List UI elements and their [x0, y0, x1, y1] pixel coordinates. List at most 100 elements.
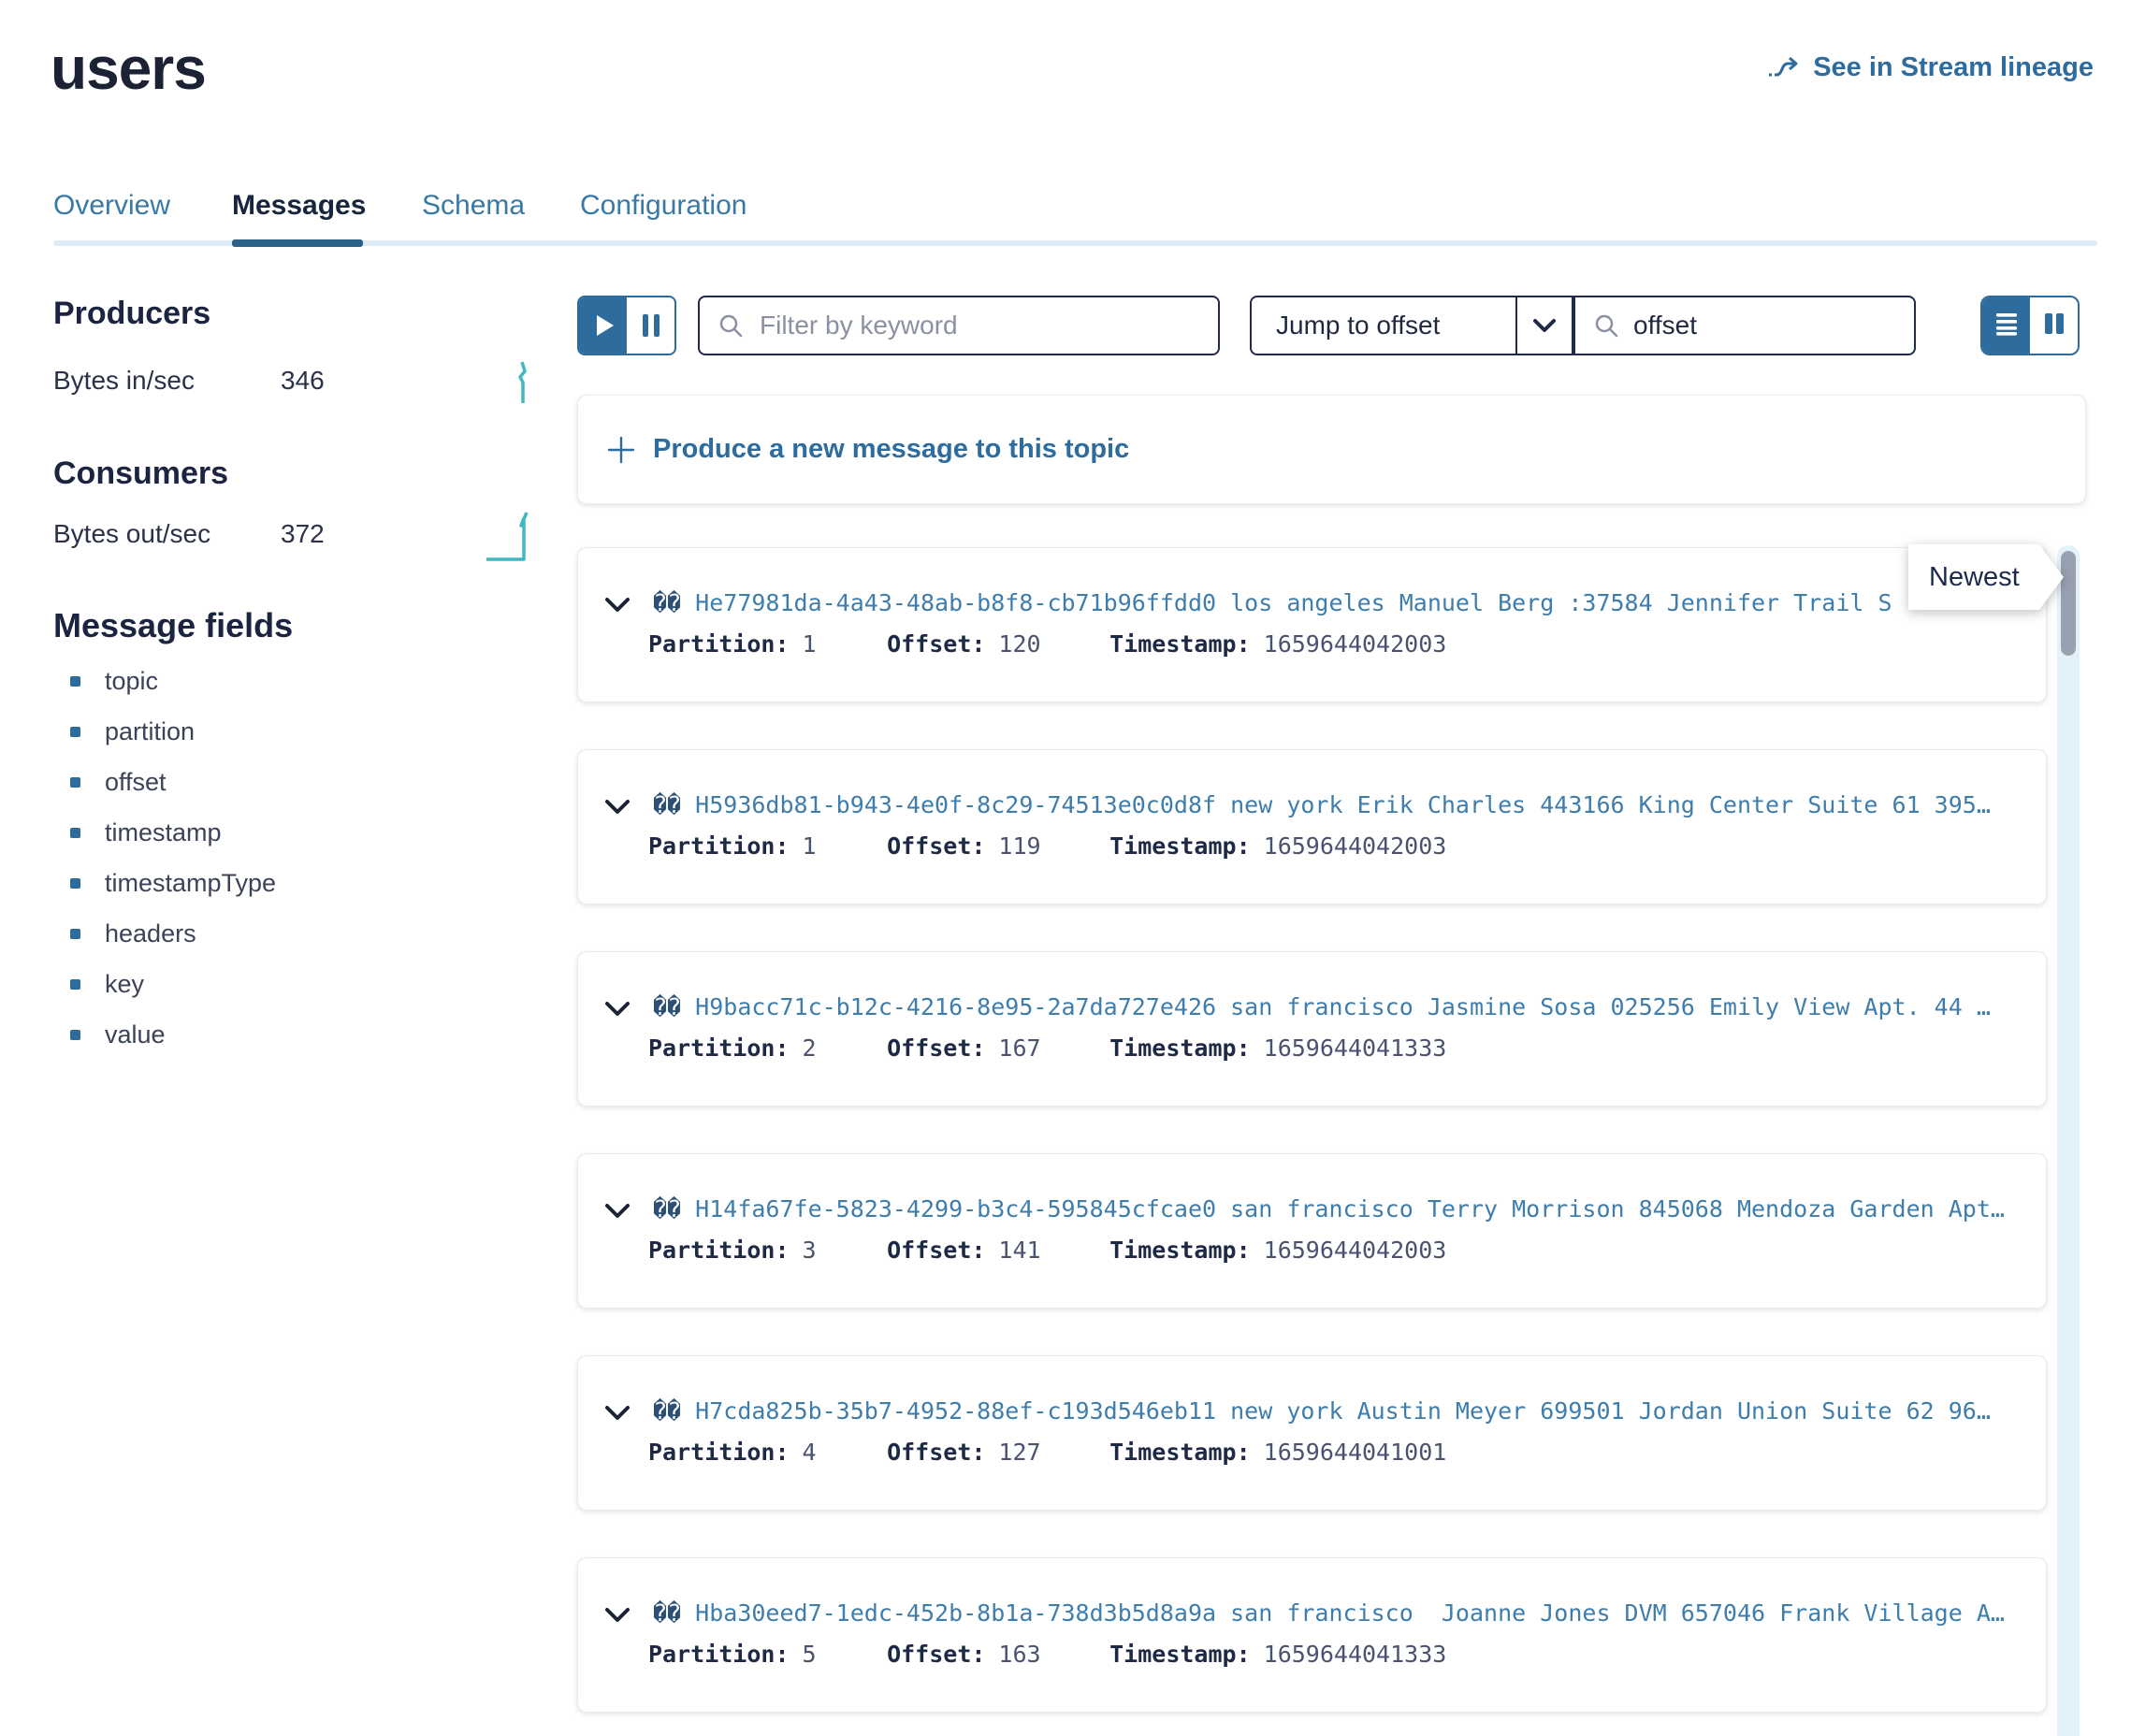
- expand-chevron-icon[interactable]: [604, 1203, 631, 1223]
- expand-chevron-icon[interactable]: [604, 1001, 631, 1021]
- message-meta: Partition:1 Offset:120 Timestamp:1659644…: [648, 630, 1446, 658]
- partition-value: 5: [803, 1641, 817, 1668]
- message-row[interactable]: �� Hba30eed7-1edc-452b-8b1a-738d3b5d8a9a…: [577, 1557, 2047, 1713]
- partition-value: 2: [803, 1034, 817, 1062]
- offset-value: 167: [998, 1034, 1040, 1062]
- search-icon: [1592, 311, 1620, 340]
- pause-icon: [654, 314, 660, 337]
- timestamp-value: 1659644042003: [1264, 1237, 1447, 1264]
- expand-chevron-icon[interactable]: [604, 799, 631, 819]
- partition-value: 1: [803, 832, 817, 860]
- tab-schema[interactable]: Schema: [422, 190, 525, 222]
- consumers-heading: Consumers: [53, 456, 228, 492]
- plus-icon: [606, 435, 636, 465]
- message-row[interactable]: �� H14fa67fe-5823-4299-b3c4-595845cfcae0…: [577, 1153, 2047, 1309]
- offset-value: 120: [998, 630, 1040, 658]
- message-meta: Partition:4 Offset:127 Timestamp:1659644…: [648, 1439, 1446, 1466]
- offset-value: 141: [998, 1237, 1040, 1264]
- field-item-offset: offset: [70, 766, 167, 798]
- produce-message-button[interactable]: Produce a new message to this topic: [577, 395, 2086, 504]
- timestamp-value: 1659644041333: [1264, 1034, 1447, 1062]
- list-view-icon: [1994, 311, 2019, 340]
- field-item-timestamp: timestamp: [70, 817, 222, 848]
- newest-flag-label: Newest: [1908, 544, 2064, 610]
- producers-heading: Producers: [53, 296, 210, 332]
- scrollbar-track[interactable]: [2057, 545, 2080, 1736]
- pause-icon: [643, 314, 648, 337]
- search-icon: [717, 311, 745, 340]
- bullet-icon: [70, 676, 80, 687]
- produce-message-label: Produce a new message to this topic: [653, 434, 1129, 465]
- message-meta: Partition:2 Offset:167 Timestamp:1659644…: [648, 1034, 1446, 1062]
- expand-chevron-icon[interactable]: [604, 1405, 631, 1425]
- bytes-in-label: Bytes in/sec: [53, 366, 195, 396]
- stream-lineage-icon: [1768, 55, 1802, 81]
- field-item-headers: headers: [70, 918, 196, 949]
- offset-value: 127: [998, 1439, 1040, 1466]
- field-item-topic: topic: [70, 665, 158, 697]
- stream-lineage-label: See in Stream lineage: [1813, 52, 2094, 83]
- partition-value: 3: [803, 1237, 817, 1264]
- message-fields-heading: Message fields: [53, 606, 293, 645]
- message-meta: Partition:5 Offset:163 Timestamp:1659644…: [648, 1641, 1446, 1668]
- newest-flag: Newest: [1908, 544, 2064, 610]
- timestamp-value: 1659644041001: [1264, 1439, 1447, 1466]
- field-item-key: key: [70, 968, 144, 1000]
- timestamp-value: 1659644041333: [1264, 1641, 1447, 1668]
- list-view-button[interactable]: [1982, 297, 2030, 354]
- filter-input[interactable]: [758, 310, 1218, 341]
- jump-to-offset-label: Jump to offset: [1252, 311, 1515, 340]
- jump-to-offset-select[interactable]: Jump to offset: [1250, 296, 1573, 355]
- offset-search-box: [1573, 296, 1916, 355]
- message-row[interactable]: �� He77981da-4a43-48ab-b8f8-cb71b96ffdd0…: [577, 547, 2047, 702]
- timestamp-value: 1659644042003: [1264, 832, 1447, 860]
- bullet-icon: [70, 777, 80, 788]
- bullet-icon: [70, 878, 80, 889]
- pause-button[interactable]: [627, 297, 674, 354]
- partition-value: 4: [803, 1439, 817, 1466]
- stream-lineage-link[interactable]: See in Stream lineage: [1768, 52, 2094, 83]
- view-toggle-group: [1980, 296, 2080, 355]
- message-preview: �� H9bacc71c-b12c-4216-8e95-2a7da727e426…: [653, 993, 2028, 1020]
- stream-playpause-group: [577, 296, 676, 355]
- play-button[interactable]: [579, 297, 627, 354]
- column-view-button[interactable]: [2030, 297, 2078, 354]
- message-preview: �� H7cda825b-35b7-4952-88ef-c193d546eb11…: [653, 1397, 2028, 1425]
- bytes-in-value: 346: [281, 366, 325, 396]
- message-row[interactable]: �� H9bacc71c-b12c-4216-8e95-2a7da727e426…: [577, 951, 2047, 1107]
- bullet-icon: [70, 828, 80, 838]
- tab-messages[interactable]: Messages: [232, 190, 366, 222]
- bytes-out-sparkline: [485, 505, 537, 568]
- offset-value: 119: [998, 832, 1040, 860]
- field-item-partition: partition: [70, 716, 195, 747]
- message-meta: Partition:1 Offset:119 Timestamp:1659644…: [648, 832, 1446, 860]
- expand-chevron-icon[interactable]: [604, 597, 631, 617]
- bullet-icon: [70, 929, 80, 939]
- message-preview: �� Hba30eed7-1edc-452b-8b1a-738d3b5d8a9a…: [653, 1599, 2028, 1627]
- field-item-timestampType: timestampType: [70, 867, 276, 899]
- page-title: users: [51, 34, 206, 103]
- message-meta: Partition:3 Offset:141 Timestamp:1659644…: [648, 1237, 1446, 1264]
- partition-value: 1: [803, 630, 817, 658]
- chevron-down-icon: [1517, 317, 1572, 334]
- bullet-icon: [70, 727, 80, 737]
- filter-input-box: [698, 296, 1220, 355]
- bytes-out-value: 372: [281, 519, 325, 549]
- tab-configuration[interactable]: Configuration: [580, 190, 747, 222]
- message-row[interactable]: �� H7cda825b-35b7-4952-88ef-c193d546eb11…: [577, 1355, 2047, 1511]
- tab-active-underline: [232, 239, 363, 247]
- expand-chevron-icon[interactable]: [604, 1607, 631, 1628]
- tab-overview[interactable]: Overview: [53, 190, 170, 222]
- timestamp-value: 1659644042003: [1264, 630, 1447, 658]
- offset-value: 163: [998, 1641, 1040, 1668]
- message-preview: �� He77981da-4a43-48ab-b8f8-cb71b96ffdd0…: [653, 589, 2028, 616]
- message-preview: �� H5936db81-b943-4e0f-8c29-74513e0c0d8f…: [653, 791, 2028, 818]
- message-row[interactable]: �� H5936db81-b943-4e0f-8c29-74513e0c0d8f…: [577, 749, 2047, 904]
- bytes-in-sparkline: [515, 358, 535, 410]
- column-view-icon: [2042, 311, 2066, 340]
- bytes-out-label: Bytes out/sec: [53, 519, 210, 549]
- bullet-icon: [70, 979, 80, 990]
- message-preview: �� H14fa67fe-5823-4299-b3c4-595845cfcae0…: [653, 1195, 2028, 1222]
- bullet-icon: [70, 1030, 80, 1040]
- offset-search-input[interactable]: [1631, 310, 1914, 341]
